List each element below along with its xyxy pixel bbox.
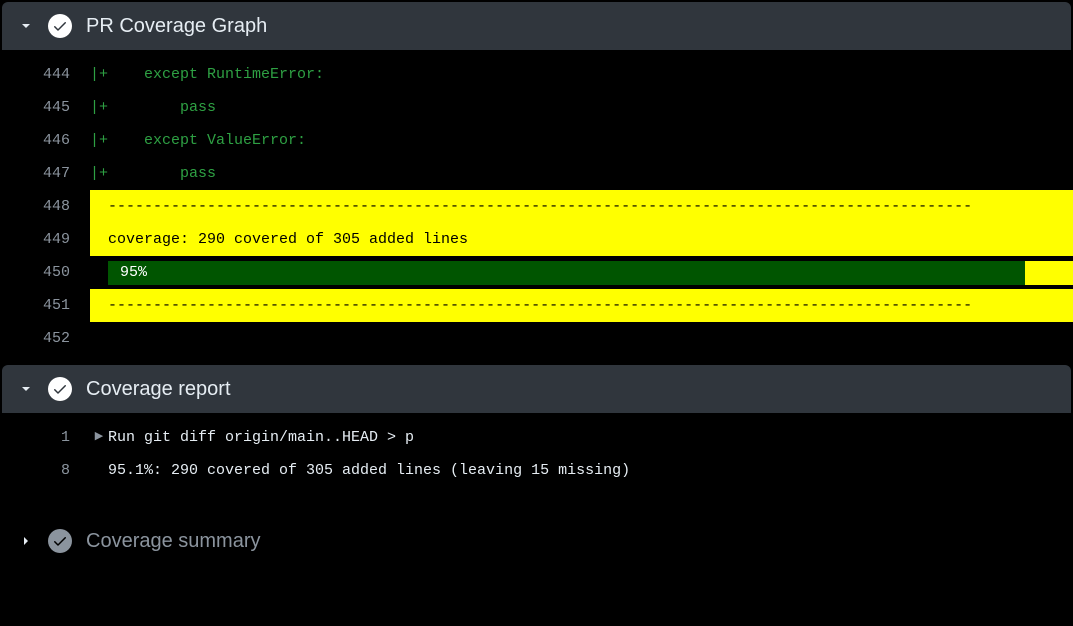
section-pr-coverage-graph: PR Coverage Graph 444 |+ except RuntimeE… (0, 2, 1073, 363)
section-title: Coverage report (86, 378, 231, 401)
diff-marker: |+ (90, 58, 108, 91)
check-icon (48, 14, 72, 38)
code-content: except ValueError: (108, 124, 1073, 157)
chevron-down-icon[interactable] (18, 381, 34, 397)
log-line: 8 95.1%: 290 covered of 305 added lines … (0, 454, 1073, 487)
diff-marker: |+ (90, 91, 108, 124)
line-number: 452 (0, 322, 90, 355)
gutter (90, 256, 108, 289)
line-number: 448 (0, 190, 90, 223)
line-number: 447 (0, 157, 90, 190)
line-number: 8 (0, 454, 90, 487)
log-line: 445 |+ pass (0, 91, 1073, 124)
line-number: 449 (0, 223, 90, 256)
log-line: 449 coverage: 290 covered of 305 added l… (0, 223, 1073, 256)
line-number: 1 (0, 421, 90, 454)
coverage-text: coverage: 290 covered of 305 added lines (108, 223, 1073, 256)
coverage-bar: 95% (108, 261, 1073, 285)
section-header[interactable]: Coverage summary (2, 517, 1071, 565)
section-title: PR Coverage Graph (86, 15, 267, 38)
gutter (90, 454, 108, 487)
gutter (90, 190, 108, 223)
chevron-right-icon[interactable] (18, 533, 34, 549)
divider-dashes: ----------------------------------------… (108, 190, 1073, 223)
section-coverage-report: Coverage report 1 ▶ Run git diff origin/… (0, 365, 1073, 495)
section-header[interactable]: Coverage report (2, 365, 1071, 413)
section-coverage-summary: Coverage summary (0, 517, 1073, 565)
coverage-percent: 95% (120, 256, 147, 289)
log-line: 1 ▶ Run git diff origin/main..HEAD > p (0, 421, 1073, 454)
section-title: Coverage summary (86, 530, 261, 553)
code-content (108, 322, 1073, 355)
log-line: 452 (0, 322, 1073, 355)
log-line: 451 ------------------------------------… (0, 289, 1073, 322)
diff-marker: |+ (90, 157, 108, 190)
log-line-coverage-bar: 450 95% (0, 256, 1073, 289)
line-number: 444 (0, 58, 90, 91)
check-icon (48, 529, 72, 553)
log-line: 448 ------------------------------------… (0, 190, 1073, 223)
check-icon (48, 377, 72, 401)
gutter (90, 223, 108, 256)
log-line: 444 |+ except RuntimeError: (0, 58, 1073, 91)
coverage-bar-remaining (1025, 261, 1073, 285)
line-number: 446 (0, 124, 90, 157)
line-number: 451 (0, 289, 90, 322)
gutter (90, 322, 108, 355)
code-content: pass (108, 91, 1073, 124)
coverage-summary-text: 95.1%: 290 covered of 305 added lines (l… (108, 454, 1073, 487)
coverage-bar-fill: 95% (108, 261, 1025, 285)
log-line: 447 |+ pass (0, 157, 1073, 190)
line-number: 445 (0, 91, 90, 124)
log-body: 444 |+ except RuntimeError: 445 |+ pass … (0, 50, 1073, 363)
code-content: pass (108, 157, 1073, 190)
chevron-down-icon[interactable] (18, 18, 34, 34)
code-content: except RuntimeError: (108, 58, 1073, 91)
run-command[interactable]: Run git diff origin/main..HEAD > p (108, 421, 1073, 454)
gutter (90, 289, 108, 322)
diff-marker: |+ (90, 124, 108, 157)
section-header[interactable]: PR Coverage Graph (2, 2, 1071, 50)
line-number: 450 (0, 256, 90, 289)
log-line: 446 |+ except ValueError: (0, 124, 1073, 157)
log-body: 1 ▶ Run git diff origin/main..HEAD > p 8… (0, 413, 1073, 495)
disclosure-triangle-icon[interactable]: ▶ (90, 421, 108, 454)
divider-dashes: ----------------------------------------… (108, 289, 1073, 322)
